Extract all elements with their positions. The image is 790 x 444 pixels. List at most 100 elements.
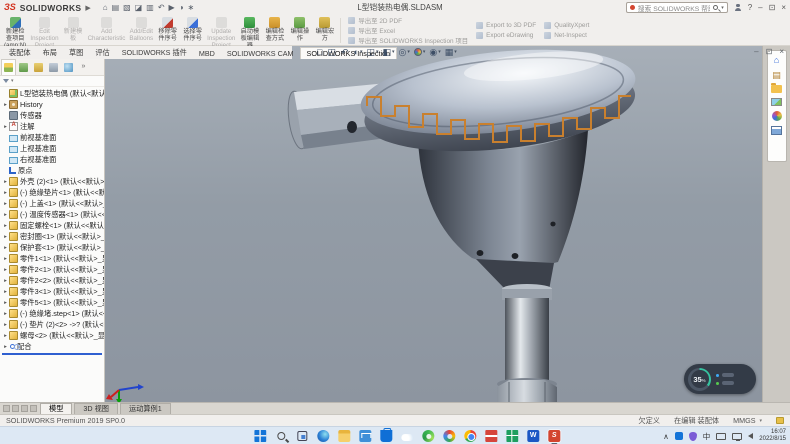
rollback-bar[interactable] [2,353,102,355]
export-sw-inspection-button[interactable]: 导出至 SOLIDWORKS Inspection 项目 [348,36,468,45]
doc-restore-icon[interactable]: ⊡ [766,47,773,57]
select-balloons-button[interactable]: 选择零 件序号 [180,16,205,45]
doc-minimize-icon[interactable]: – [754,47,758,57]
update-inspection-project-button[interactable]: Update Inspection Project [205,16,237,45]
tree-item[interactable]: 前视基准面 [2,132,104,143]
help-button[interactable]: ? [748,3,752,12]
mail-icon[interactable] [358,429,372,443]
dictionary-app-icon[interactable] [484,429,498,443]
tree-item[interactable]: 传感器 [2,110,104,121]
device-battery-widget[interactable]: 35% [684,364,756,394]
cloud-app-icon[interactable] [400,429,414,443]
store-icon[interactable] [379,429,393,443]
display-settings-icon[interactable]: ◑ [179,3,185,12]
solidworks-app-icon[interactable] [547,429,561,443]
unit-caret-icon[interactable]: ▾ [759,418,762,424]
tray-security-shield-icon[interactable] [689,432,697,441]
zoom-area-icon[interactable]: ◰ [327,47,337,57]
save-icon[interactable]: ◪ [135,3,144,12]
custom-properties-icon[interactable] [771,126,782,135]
tree-item[interactable]: History [2,99,104,110]
chrome-icon[interactable] [463,429,477,443]
section-view-icon[interactable]: ◐ [354,47,363,57]
browser-ring-icon[interactable] [442,429,456,443]
help-search-input[interactable]: 搜索 SOLIDWORKS 帮助 ▾ [626,2,728,13]
tree-item[interactable]: (-) 上盖<1> (默认<<默认>_显示状 [2,198,104,209]
edge-icon[interactable] [316,429,330,443]
expand-arrow-icon[interactable] [2,234,9,240]
file-explorer-icon[interactable] [771,85,782,93]
green-app-icon[interactable] [421,429,435,443]
select-arrow-icon[interactable]: ▶ [169,3,176,12]
undo-icon[interactable]: ↶ [158,3,166,12]
tree-item[interactable]: (-) 绝缘堵.step<1> (默认<<默认>_ [2,308,104,319]
edit-operation-button[interactable]: 编辑操 作 [287,16,312,45]
graphics-viewport[interactable]: □ ◰ ↶ ◐ ◫ ◧ ◎ ◉ ▦ 35% [105,46,762,402]
document-tab[interactable]: 运动算例1 [120,403,171,414]
appearances-scenes-icon[interactable] [772,111,782,121]
restore-button[interactable]: ⊡ [769,3,776,12]
add-characteristic-button[interactable]: Add Characteristic [86,16,128,45]
add-edit-balloons-button[interactable]: Add/Edit Balloons [127,16,155,45]
export-edrawing-button[interactable]: Export eDrawing [476,31,536,40]
dimxpertmanager-tab[interactable] [46,59,61,75]
ribbon-tab[interactable]: MBD [193,47,221,59]
displaymanager-tab[interactable] [61,59,76,75]
tree-item[interactable]: 零件5<1> (默认<<默认>_显示状 [2,297,104,308]
close-button[interactable]: × [781,3,786,12]
print-icon[interactable]: ▥ [146,3,155,12]
tree-item[interactable]: 固定螺栓<1> (默认<<默认>_显示 [2,220,104,231]
new-inspection-project-button[interactable]: 新建检 查项目 (amp;N) [2,16,28,45]
tree-item[interactable]: 零件1<1> (默认<<默认>_显示状态 [2,253,104,264]
file-explorer-icon[interactable] [337,429,351,443]
tray-expand-icon[interactable]: ∧ [663,432,669,441]
expand-arrow-icon[interactable] [2,245,9,251]
open-document-icon[interactable]: ▧ [123,3,132,12]
tree-item[interactable]: 零件2<2> (默认<<默认>_显示状 [2,275,104,286]
previous-view-icon[interactable]: ↶ [341,47,350,57]
tree-item[interactable]: 密封圈<1> (默认<<默认>_显示状 [2,231,104,242]
expand-arrow-icon[interactable] [2,322,9,328]
start-button-icon[interactable] [253,429,267,443]
new-template-button[interactable]: 新建模 板 [61,16,86,45]
document-tab[interactable]: 3D 视图 [74,403,118,414]
unit-system[interactable]: MMGS [733,416,755,425]
ribbon-tab[interactable]: SOLIDWORKS 插件 [116,47,193,59]
configurationmanager-tab[interactable] [31,59,46,75]
ribbon-tab[interactable]: 草图 [63,47,89,59]
expand-arrow-icon[interactable] [2,278,9,284]
panel-tabs-overflow[interactable]: » [76,59,91,75]
document-tab[interactable]: 模型 [40,403,72,414]
new-document-icon[interactable]: ▤ [112,3,121,12]
design-library-icon[interactable]: ▤ [772,70,781,80]
ribbon-tab[interactable]: 评估 [89,47,115,59]
launch-template-editor-button[interactable]: 启动模 板编辑 器 [237,16,262,45]
edit-appearance-icon[interactable] [414,48,426,56]
expand-arrow-icon[interactable] [2,102,9,108]
network-display-icon[interactable] [732,433,742,440]
export-3d-pdf-button[interactable]: Export to 3D PDF [476,21,536,30]
search-caret-icon[interactable]: ▾ [721,5,724,11]
doc-close-icon[interactable]: × [779,47,784,57]
home-icon[interactable]: ⌂ [103,3,109,12]
expand-arrow-icon[interactable] [2,124,9,130]
minimize-button[interactable]: – [758,3,762,12]
tree-item[interactable]: 右视基准面 [2,154,104,165]
tab-nav-button[interactable] [30,405,37,412]
view-settings-icon[interactable]: ▦ [445,47,457,57]
spreadsheet-app-icon[interactable] [505,429,519,443]
tree-filter[interactable]: ▾ [0,76,104,87]
expand-arrow-icon[interactable] [2,267,9,273]
options-gear-icon[interactable]: ∗ [188,3,196,12]
tree-item[interactable]: 配合 [2,341,104,352]
tree-item[interactable]: 零件3<1> (默认<<默认>_显示状 [2,286,104,297]
touch-keyboard-icon[interactable] [716,433,726,440]
taskbar-clock[interactable]: 16:07 2022/8/15 [759,429,786,443]
tab-nav-button[interactable] [3,405,10,412]
ribbon-tab[interactable]: SOLIDWORKS CAM [221,47,300,59]
net-inspect-button[interactable]: Net-Inspect [544,31,589,40]
expand-arrow-icon[interactable] [2,300,9,306]
edit-inspection-method-button[interactable]: 编辑检 查方式 [262,16,287,45]
ime-indicator[interactable]: 中 [703,431,711,442]
tree-item[interactable]: (-) 垫片 (2)<2> ->? (默认<<默认>_ [2,319,104,330]
